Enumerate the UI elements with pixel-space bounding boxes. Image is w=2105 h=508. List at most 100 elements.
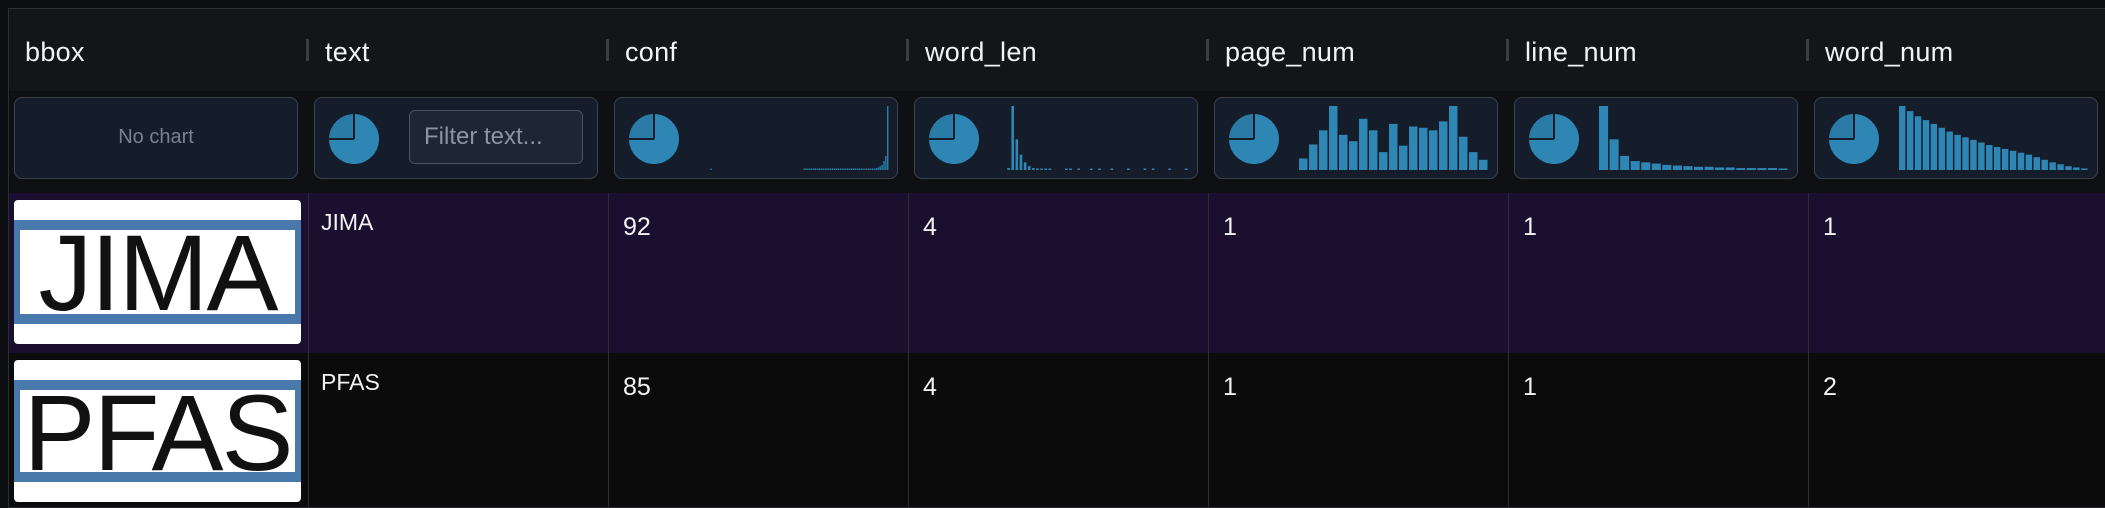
cell-line-num: 1 (1509, 193, 1809, 353)
filter-cell-page-num (1209, 91, 1509, 193)
cell-line-num-value: 1 (1523, 213, 1537, 241)
pie-chart-icon[interactable] (1827, 112, 1881, 166)
histogram-bar (849, 168, 851, 170)
histogram-line-num[interactable] (1599, 104, 1789, 170)
histogram-bar (2041, 159, 2048, 170)
filter-box-word-len (914, 97, 1198, 179)
histogram-bar (1630, 161, 1640, 170)
pie-chart-icon[interactable] (927, 112, 981, 166)
histogram-page-num[interactable] (1299, 104, 1489, 170)
histogram-bar (885, 155, 887, 170)
histogram-bar (811, 168, 813, 170)
header-bbox[interactable]: bbox (9, 9, 309, 91)
histogram-bar (803, 168, 805, 170)
histogram-bar (1015, 139, 1019, 170)
filter-box-page-num (1214, 97, 1498, 179)
pie-chart-icon[interactable] (327, 112, 381, 166)
histogram-bar (1110, 168, 1114, 170)
histogram-bar (839, 168, 841, 170)
histogram-bar (1077, 168, 1081, 170)
histogram-bar (1379, 152, 1388, 170)
header-word-num[interactable]: word_num (1809, 9, 2105, 91)
bbox-outline-right (295, 380, 301, 482)
cell-word-num: 1 (1809, 193, 2105, 353)
cell-conf: 85 (609, 353, 909, 507)
histogram-bar (1954, 134, 1961, 170)
histogram-bar (881, 164, 883, 170)
histogram-bar (875, 168, 877, 170)
header-word-len[interactable]: word_len (909, 9, 1209, 91)
histogram-bar (866, 168, 868, 170)
histogram-bar (1986, 145, 1993, 170)
histogram-bar (1044, 168, 1048, 170)
histogram-bar (1309, 144, 1318, 170)
histogram-bar (1349, 141, 1358, 170)
pie-chart-icon[interactable] (1527, 112, 1581, 166)
header-row: bbox text conf word_len page_num line_nu… (9, 9, 2105, 92)
cell-page-num-value: 1 (1223, 373, 1237, 401)
histogram-bar (813, 168, 815, 170)
filter-box-word-num (1814, 97, 2098, 179)
histogram-bar (851, 168, 853, 170)
histogram-bar (1715, 167, 1725, 170)
bbox-image: PFAS (14, 360, 301, 502)
header-conf[interactable]: conf (609, 9, 909, 91)
histogram-bar (1757, 168, 1767, 170)
histogram-bar (1439, 121, 1448, 170)
cell-text: PFAS (309, 353, 609, 507)
histogram-conf[interactable] (699, 104, 889, 170)
table-row[interactable]: JIMA JIMA 92 4 1 1 1 (9, 193, 2105, 354)
histogram-bar (1032, 168, 1035, 170)
pie-chart-icon[interactable] (1227, 112, 1281, 166)
histogram-bar (1978, 142, 1985, 170)
histogram-bar (1299, 158, 1308, 170)
histogram-bar (2073, 167, 2080, 170)
histogram-bar (871, 168, 874, 170)
histogram-bar (1168, 168, 1171, 170)
text-filter-input[interactable] (409, 110, 583, 164)
histogram-bar (887, 106, 889, 170)
pie-slice (329, 114, 354, 139)
histogram-bar (1930, 123, 1938, 170)
histogram-bar (830, 168, 832, 170)
column-title-conf: conf (625, 37, 678, 67)
cell-text-value: PFAS (321, 369, 380, 395)
histogram-bar (832, 168, 834, 170)
table-row[interactable]: PFAS PFAS 85 4 1 1 2 (9, 353, 2105, 507)
filter-cell-bbox: No chart (9, 91, 309, 193)
histogram-bar (818, 168, 820, 170)
histogram-bar (1746, 168, 1756, 170)
bbox-outline-top (14, 220, 301, 230)
histogram-bar (1389, 123, 1398, 170)
histogram-bar (1399, 145, 1408, 170)
histogram-bar (877, 167, 879, 170)
histogram-word-num[interactable] (1899, 104, 2089, 170)
histogram-word-len[interactable] (999, 104, 1189, 170)
pie-chart-icon[interactable] (627, 112, 681, 166)
header-line-num[interactable]: line_num (1509, 9, 1809, 91)
histogram-bar (2025, 154, 2033, 170)
filter-cell-line-num (1509, 91, 1809, 193)
histogram-bar (1429, 130, 1438, 170)
histogram-bar (2033, 157, 2040, 170)
histogram-bar (845, 168, 847, 170)
cell-word-len: 4 (909, 353, 1209, 507)
pie-slice (1229, 114, 1254, 139)
histogram-bar (860, 168, 862, 170)
cell-word-len: 4 (909, 193, 1209, 353)
histogram-bar (1359, 118, 1368, 170)
header-page-num[interactable]: page_num (1209, 9, 1509, 91)
histogram-bar (843, 168, 845, 170)
cell-word-len-value: 4 (923, 373, 937, 401)
bbox-outline-left (14, 220, 20, 324)
cell-line-num-value: 1 (1523, 373, 1537, 401)
bbox-outline-bottom (14, 472, 301, 482)
histogram-bar (1036, 168, 1039, 170)
histogram-bar (2009, 150, 2017, 170)
no-chart-label: No chart (118, 126, 194, 148)
histogram-bar (826, 168, 828, 170)
cell-page-num: 1 (1209, 353, 1509, 507)
histogram-bar (1914, 116, 1922, 170)
histogram-bar (1994, 146, 2001, 170)
header-text[interactable]: text (309, 9, 609, 91)
